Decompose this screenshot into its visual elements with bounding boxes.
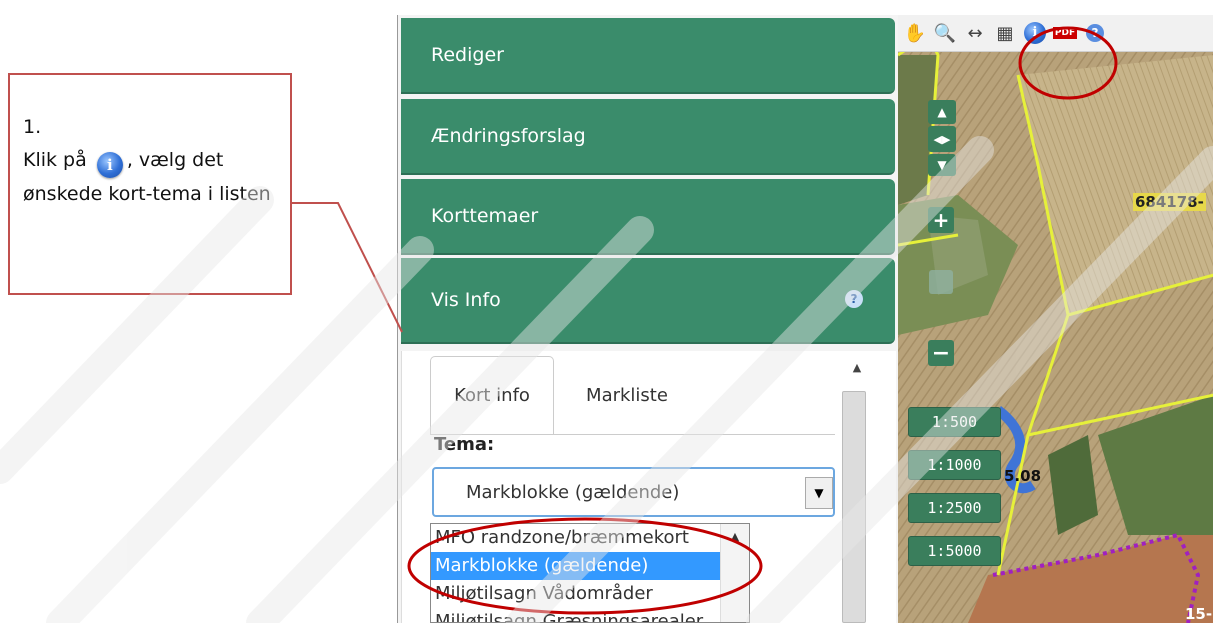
dropdown-scrollbar[interactable]: ▲ [720, 524, 749, 622]
dropdown-option[interactable]: Miljøtilsagn Græsningsarealer [431, 608, 749, 622]
dropdown-option[interactable]: MFO randzone/bræmmekort [431, 524, 749, 552]
callout-text-before: Klik på [23, 149, 87, 171]
info-icon: i [96, 152, 123, 178]
tema-dropdown-list[interactable]: MFO randzone/bræmmekort Markblokke (gæld… [430, 523, 750, 623]
instruction-callout: 1. Klik på i, vælg det ønskede kort-tema… [8, 73, 292, 295]
dropdown-option-selected[interactable]: Markblokke (gældende) [431, 552, 749, 580]
scroll-up-arrow-icon[interactable]: ▲ [721, 530, 749, 543]
dropdown-option[interactable]: Miljøtilsagn Vådområder [431, 580, 749, 608]
callout-step-number: 1. [23, 116, 42, 138]
callout-text: 1. Klik på i, vælg det ønskede kort-tema… [23, 111, 283, 211]
